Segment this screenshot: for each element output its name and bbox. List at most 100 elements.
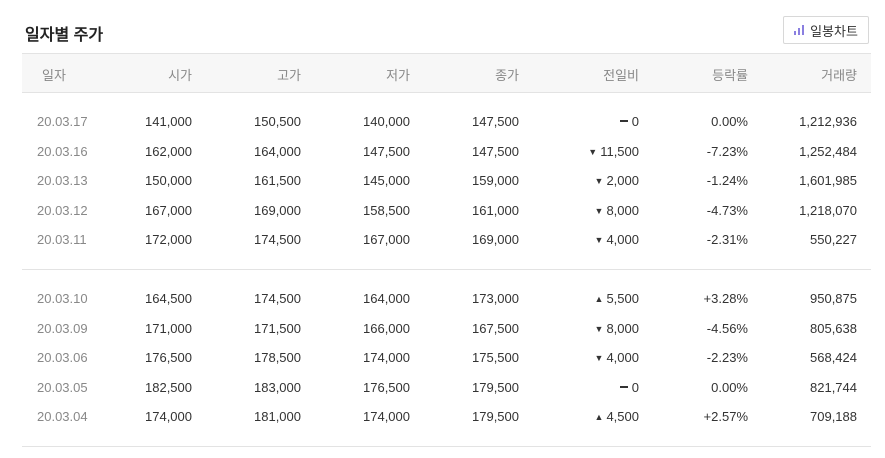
open-cell: 141,000 (145, 114, 192, 129)
open-cell: 182,500 (145, 379, 192, 395)
high-cell: 171,500 (254, 320, 301, 336)
high-cell: 150,500 (254, 114, 301, 129)
change-cell: 0 (619, 380, 639, 395)
triangle-up-icon: ▲ (594, 294, 604, 304)
change-value: 11,500 (600, 143, 639, 159)
date-cell: 20.03.17 (37, 114, 88, 129)
high-cell: 183,000 (254, 379, 301, 395)
date-cell: 20.03.05 (37, 379, 88, 395)
rate-cell: -2.31% (706, 232, 748, 247)
table-header: 일자 시가 고가 저가 종가 전일비 등락률 거래량 (22, 54, 871, 92)
rate-cell: -4.73% (706, 202, 748, 218)
change-value: 0 (631, 114, 639, 129)
dash-icon (619, 120, 628, 122)
open-cell: 162,000 (145, 143, 192, 159)
date-cell: 20.03.16 (37, 143, 88, 159)
rate-cell: 0.00% (711, 379, 748, 395)
volume-cell: 1,252,484 (799, 143, 857, 159)
rate-cell: +2.57% (703, 409, 748, 424)
date-cell: 20.03.09 (37, 320, 88, 336)
table-row: 20.03.13 150,000 161,500 145,000 159,000 ▼ 2,0… (0, 167, 885, 196)
triangle-down-icon: ▼ (594, 353, 604, 363)
open-cell: 176,500 (145, 350, 192, 365)
rate-cell: -1.24% (706, 173, 748, 188)
date-cell: 20.03.11 (37, 232, 87, 247)
close-cell: 159,000 (472, 173, 519, 188)
table-row: 20.03.12 167,000 169,000 158,500 161,000 ▼ 8,0… (0, 197, 885, 226)
change-cell: ▼ 8,000 (595, 203, 639, 218)
open-cell: 150,000 (145, 173, 192, 188)
page-title: 일자별 주가 (25, 27, 104, 44)
rate-cell: -4.56% (706, 320, 748, 336)
change-value: 2,000 (606, 173, 639, 188)
table-row: 20.03.17 141,000 150,500 140,000 147,500 0 0.0… (0, 108, 885, 137)
table-row: 20.03.16 162,000 164,000 147,500 147,500 ▼ 11,… (0, 138, 885, 167)
open-cell: 171,000 (145, 320, 192, 336)
change-value: 4,000 (606, 232, 639, 247)
table-row: 20.03.04 174,000 181,000 174,000 179,500 ▲ 4,5… (0, 403, 885, 432)
table-bottom-border (22, 446, 871, 447)
header-bottom-border (22, 92, 871, 93)
header-close: 종가 (495, 68, 519, 83)
dash-icon (619, 385, 628, 388)
table-row: 20.03.09 171,000 171,500 166,000 167,500 ▼ 8,0… (0, 315, 885, 344)
change-cell: ▼ 2,000 (595, 173, 639, 188)
triangle-down-icon: ▼ (594, 176, 604, 186)
close-cell: 175,500 (472, 350, 519, 365)
volume-cell: 950,875 (810, 291, 857, 306)
high-cell: 174,500 (254, 232, 301, 247)
header-date: 일자 (42, 68, 66, 83)
volume-cell: 805,638 (810, 320, 857, 336)
header-low: 저가 (386, 68, 410, 83)
change-value: 8,000 (606, 320, 639, 336)
low-cell: 167,000 (363, 232, 410, 247)
triangle-down-icon: ▼ (594, 235, 604, 245)
low-cell: 166,000 (363, 320, 410, 336)
close-cell: 169,000 (472, 232, 519, 247)
header-high: 고가 (277, 68, 301, 83)
change-cell: 0 (619, 114, 639, 129)
change-cell: ▼ 4,000 (595, 350, 639, 365)
change-cell: ▲ 5,500 (595, 291, 639, 306)
triangle-up-icon: ▲ (594, 412, 604, 422)
header-change: 전일비 (603, 68, 639, 83)
triangle-down-icon: ▼ (594, 323, 604, 334)
open-cell: 172,000 (145, 232, 192, 247)
volume-cell: 568,424 (810, 350, 857, 365)
date-cell: 20.03.06 (37, 350, 88, 365)
date-cell: 20.03.13 (37, 173, 88, 188)
daily-chart-button-label: 일봉차트 (810, 23, 858, 39)
date-cell: 20.03.12 (37, 202, 88, 218)
close-cell: 179,500 (472, 379, 519, 395)
change-cell: ▼ 11,500 (588, 144, 639, 159)
low-cell: 174,000 (363, 350, 410, 365)
high-cell: 169,000 (254, 202, 301, 218)
low-cell: 147,500 (363, 143, 410, 159)
low-cell: 140,000 (363, 114, 410, 129)
rate-cell: 0.00% (711, 114, 748, 129)
low-cell: 176,500 (363, 379, 410, 395)
rate-cell: -2.23% (706, 350, 748, 365)
volume-cell: 550,227 (810, 232, 857, 247)
high-cell: 178,500 (254, 350, 301, 365)
close-cell: 161,000 (472, 202, 519, 218)
low-cell: 145,000 (363, 173, 410, 188)
low-cell: 158,500 (363, 202, 410, 218)
table-row: 20.03.10 164,500 174,500 164,000 173,000 ▲ 5,5… (0, 285, 885, 314)
header-rate: 등락률 (712, 68, 748, 83)
volume-cell: 1,218,070 (799, 202, 857, 218)
high-cell: 164,000 (254, 143, 301, 159)
volume-cell: 1,601,985 (799, 173, 857, 188)
bar-chart-icon (794, 25, 805, 35)
high-cell: 161,500 (254, 173, 301, 188)
close-cell: 179,500 (472, 409, 519, 424)
date-cell: 20.03.04 (37, 409, 88, 424)
open-cell: 174,000 (145, 409, 192, 424)
rate-cell: +3.28% (703, 291, 748, 306)
change-value: 8,000 (606, 202, 639, 218)
change-value: 4,500 (606, 409, 639, 424)
daily-chart-button[interactable]: 일봉차트 (783, 16, 869, 44)
header-open: 시가 (168, 68, 192, 83)
group-divider (22, 269, 871, 270)
close-cell: 167,500 (472, 320, 519, 336)
